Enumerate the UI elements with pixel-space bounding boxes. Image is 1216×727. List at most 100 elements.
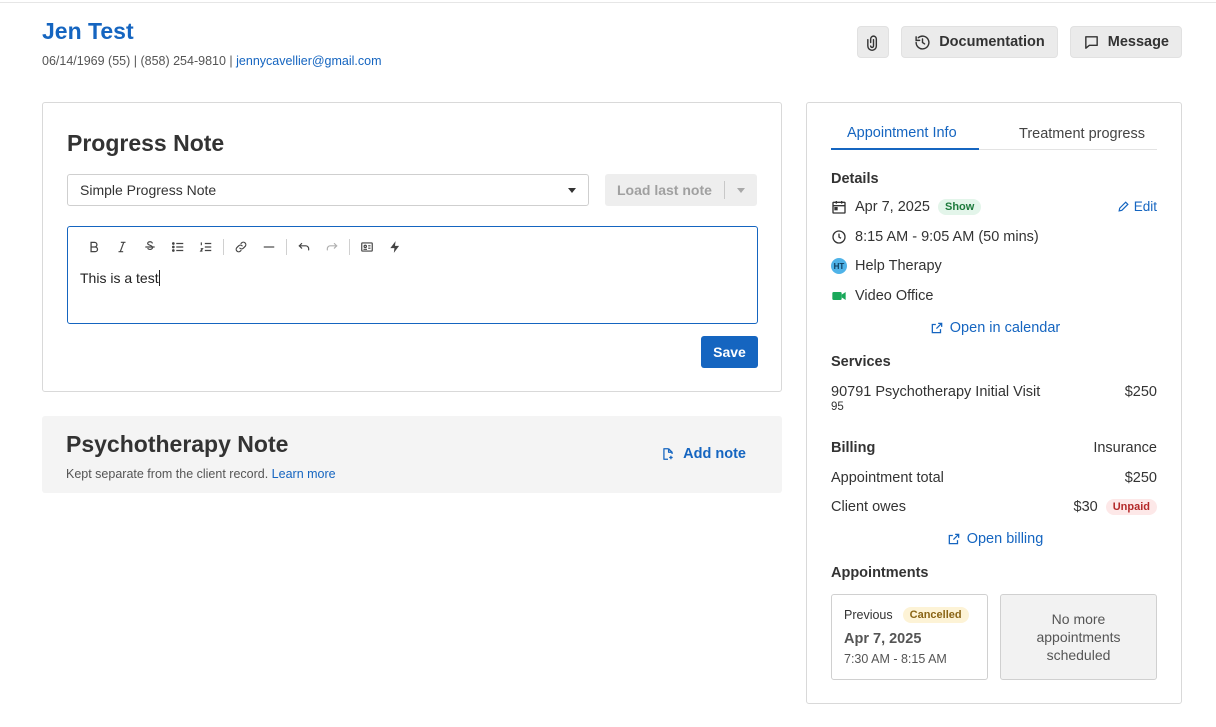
strikethrough-button[interactable]	[136, 237, 164, 257]
open-in-calendar-label: Open in calendar	[949, 320, 1061, 336]
italic-icon	[118, 241, 126, 253]
previous-appointment-header: Previous Cancelled	[844, 607, 969, 623]
load-last-note-dropdown[interactable]	[725, 187, 757, 193]
toolbar-divider	[223, 239, 224, 255]
client-owes-label: Client owes	[831, 499, 906, 515]
appointment-total-label: Appointment total	[831, 470, 944, 486]
message-label: Message	[1107, 34, 1169, 50]
previous-label: Previous	[844, 608, 893, 622]
status-badge: Show	[937, 199, 982, 215]
client-meta: 06/14/1969 (55) | (858) 254-9810 | jenny…	[42, 54, 382, 68]
clinician-avatar: HT	[831, 258, 847, 274]
tab-treatment-progress[interactable]: Treatment progress	[979, 117, 1145, 150]
redo-icon	[326, 242, 338, 251]
id-card-icon	[361, 242, 373, 252]
external-link-icon	[931, 322, 943, 334]
documentation-button[interactable]: Documentation	[901, 26, 1058, 58]
history-icon	[915, 34, 930, 50]
service-row: 90791 Psychotherapy Initial Visit $250	[831, 384, 1157, 400]
psychotherapy-note-card: Psychotherapy Note Kept separate from th…	[42, 416, 782, 493]
appointment-time: 8:15 AM - 9:05 AM (50 mins)	[855, 229, 1039, 245]
panel-tabs: Appointment Info Treatment progress	[831, 117, 1157, 150]
edit-link[interactable]: Edit	[1117, 199, 1157, 214]
bold-icon	[90, 241, 99, 253]
chevron-down-icon	[568, 187, 576, 193]
psychotherapy-note-subtitle: Kept separate from the client record. Le…	[66, 467, 336, 481]
location-row: Video Office	[831, 288, 933, 304]
billing-title: Billing	[831, 440, 876, 456]
learn-more-link[interactable]: Learn more	[272, 467, 336, 481]
services-title: Services	[831, 354, 891, 370]
service-name: 90791 Psychotherapy Initial Visit	[831, 384, 1041, 400]
add-note-label: Add note	[683, 446, 746, 462]
italic-button[interactable]	[108, 237, 136, 257]
unpaid-badge: Unpaid	[1105, 499, 1157, 515]
previous-appointment-card[interactable]: Previous Cancelled Apr 7, 2025 7:30 AM -…	[831, 594, 988, 680]
appointment-date: Apr 7, 2025	[855, 199, 930, 215]
load-last-note-button[interactable]: Load last note	[605, 174, 757, 206]
editor-toolbar	[68, 227, 757, 257]
add-note-button[interactable]: Add note	[661, 446, 746, 462]
quick-insert-button[interactable]	[381, 237, 409, 257]
billing-type: Insurance	[1093, 440, 1157, 456]
redo-button[interactable]	[318, 237, 346, 257]
link-icon	[235, 241, 247, 253]
attachment-button[interactable]	[857, 26, 890, 58]
undo-button[interactable]	[290, 237, 318, 257]
clock-icon	[832, 230, 846, 244]
bold-button[interactable]	[80, 237, 108, 257]
details-title: Details	[831, 171, 879, 187]
link-button[interactable]	[227, 237, 255, 257]
billing-header-row: Billing Insurance	[831, 440, 1157, 456]
documentation-label: Documentation	[939, 34, 1045, 50]
client-owes-value: $30	[1073, 499, 1098, 515]
appointment-time-row: 8:15 AM - 9:05 AM (50 mins)	[831, 229, 1039, 245]
bullet-list-button[interactable]	[164, 237, 192, 257]
appointment-total-value: $250	[1124, 470, 1157, 486]
appointment-total-row: Appointment total $250	[831, 470, 1157, 486]
tab-appointment-info[interactable]: Appointment Info	[831, 117, 979, 150]
text-cursor	[158, 270, 160, 286]
progress-note-title: Progress Note	[67, 130, 225, 156]
toolbar-divider	[349, 239, 350, 255]
clinician-name: Help Therapy	[855, 258, 942, 274]
chevron-down-icon	[737, 187, 745, 193]
location-name: Video Office	[855, 288, 934, 304]
note-editor[interactable]: This is a test	[67, 226, 758, 324]
previous-appointment-date: Apr 7, 2025	[844, 631, 922, 647]
open-billing-link[interactable]: Open billing	[807, 531, 1183, 547]
appointment-date-row: Apr 7, 2025 Show	[831, 199, 982, 215]
save-button[interactable]: Save	[701, 336, 758, 368]
note-template-select[interactable]: Simple Progress Note	[67, 174, 589, 206]
numbered-list-button[interactable]	[192, 237, 220, 257]
appointment-panel: Appointment Info Treatment progress Deta…	[806, 102, 1182, 704]
insert-block-button[interactable]	[353, 237, 381, 257]
psychotherapy-subtitle-text: Kept separate from the client record.	[66, 467, 269, 481]
service-modifier: 95	[831, 401, 844, 413]
pencil-icon	[1118, 201, 1129, 212]
horizontal-rule-icon	[263, 246, 275, 248]
open-in-calendar-link[interactable]: Open in calendar	[807, 320, 1183, 336]
message-button[interactable]: Message	[1069, 26, 1182, 58]
client-email-link[interactable]: jennycavellier@gmail.com	[236, 54, 381, 68]
progress-note-card: Progress Note Simple Progress Note Load …	[42, 102, 782, 392]
cancelled-badge: Cancelled	[902, 607, 969, 623]
add-document-icon	[663, 448, 673, 460]
client-name[interactable]: Jen Test	[42, 18, 134, 45]
clinician-row: HT Help Therapy	[831, 258, 942, 274]
no-more-appointments-card: No more appointments scheduled	[1000, 594, 1157, 680]
client-owes-right: $30 Unpaid	[1074, 499, 1157, 515]
bullet-list-icon	[171, 242, 184, 252]
client-owes-row: Client owes $30 Unpaid	[831, 499, 1157, 515]
open-billing-label: Open billing	[966, 531, 1044, 547]
edit-label: Edit	[1133, 199, 1157, 214]
appointments-title: Appointments	[831, 565, 929, 581]
horizontal-rule-button[interactable]	[255, 237, 283, 257]
load-last-note-label: Load last note	[617, 182, 712, 198]
paperclip-icon	[866, 34, 877, 51]
psychotherapy-note-title: Psychotherapy Note	[66, 431, 289, 457]
lightning-icon	[390, 241, 400, 253]
note-template-value: Simple Progress Note	[80, 182, 217, 198]
calendar-icon	[832, 201, 846, 214]
editor-content[interactable]: This is a test	[80, 270, 160, 286]
